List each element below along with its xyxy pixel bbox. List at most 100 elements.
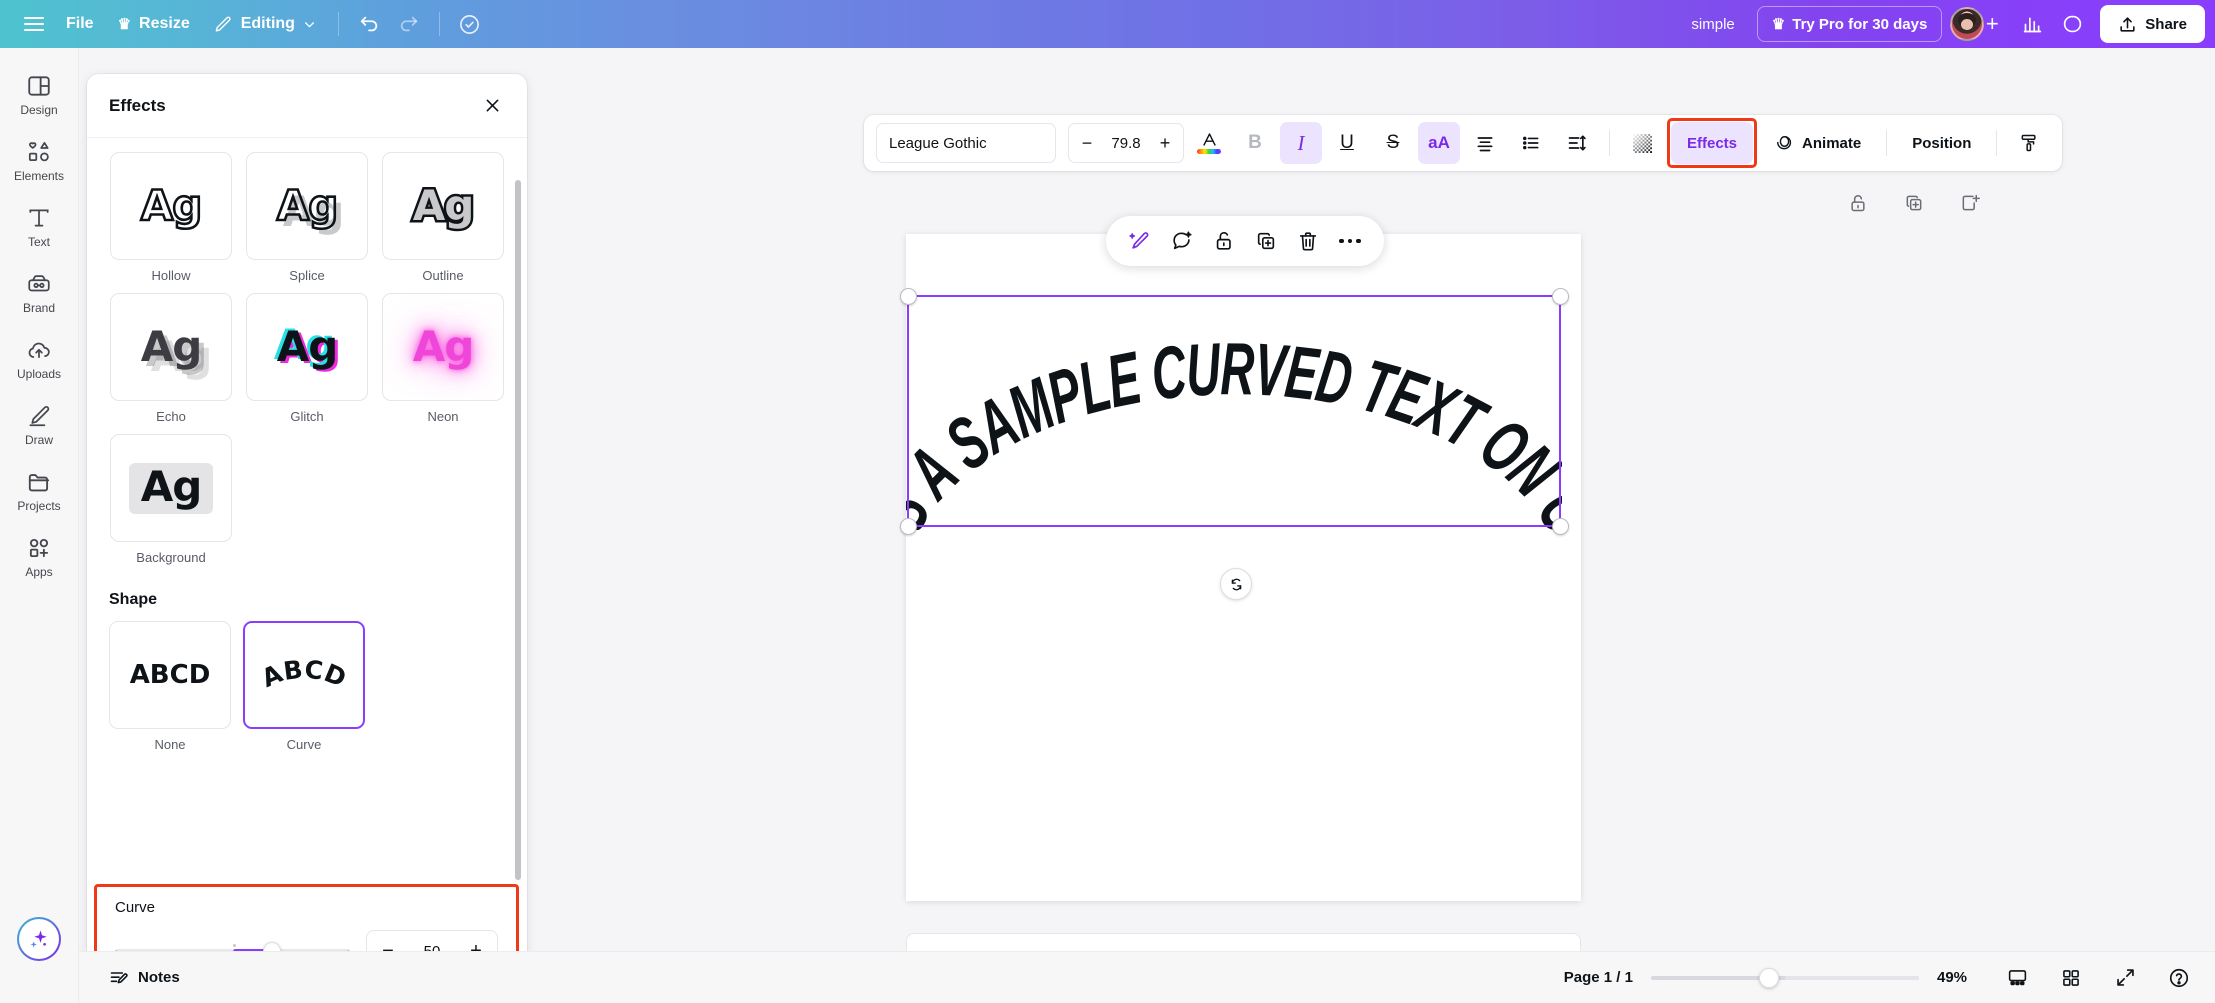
underline-button[interactable]: U — [1326, 122, 1368, 164]
effect-thumb-echo[interactable]: Ag — [110, 293, 232, 401]
lock-button[interactable] — [1210, 227, 1238, 255]
effect-thumb-hollow[interactable]: Ag — [110, 152, 232, 260]
cloud-sync-button[interactable] — [450, 4, 490, 44]
zoom-slider-track-right — [1785, 975, 1919, 980]
shape-option-none[interactable]: ABCD None — [109, 621, 231, 752]
help-button[interactable] — [2161, 960, 2197, 996]
zoom-slider[interactable] — [1651, 967, 1919, 988]
duplicate-page-button[interactable] — [1897, 186, 1931, 220]
copy-style-button[interactable] — [2008, 122, 2050, 164]
sidebar-item-text[interactable]: Text — [5, 196, 73, 255]
comment-icon — [1171, 230, 1193, 252]
panel-scrollbar[interactable] — [515, 180, 521, 880]
sidebar-item-projects[interactable]: Projects — [5, 460, 73, 519]
resize-button[interactable]: ♛ Resize — [106, 6, 202, 42]
share-upload-icon — [2118, 15, 2137, 34]
shape-option-curve[interactable]: ABCD Curve — [243, 621, 365, 752]
close-panel-button[interactable] — [477, 91, 507, 121]
shape-options: ABCD None ABCD Curve — [109, 621, 505, 752]
editing-mode-button[interactable]: Editing — [202, 6, 328, 42]
magic-studio-button[interactable] — [17, 917, 61, 961]
effects-grid: Ag Hollow Ag Splice Ag Outline Ag Echo A… — [109, 152, 505, 424]
element-floating-toolbar — [1106, 216, 1384, 266]
lock-page-button[interactable] — [1841, 186, 1875, 220]
italic-button[interactable]: I — [1280, 122, 1322, 164]
text-align-button[interactable] — [1464, 122, 1506, 164]
text-color-icon — [1197, 132, 1221, 154]
delete-icon — [1297, 230, 1319, 252]
effect-option-glitch[interactable]: Ag Glitch — [245, 293, 369, 424]
effect-option-background[interactable]: Ag Background — [109, 434, 233, 565]
line-spacing-button[interactable] — [1556, 122, 1598, 164]
font-family-select[interactable]: League Gothic — [876, 123, 1056, 163]
share-button[interactable]: Share — [2100, 5, 2205, 43]
comment-icon — [2062, 14, 2083, 35]
effects-button[interactable]: Effects — [1671, 122, 1754, 164]
effect-thumb-glitch[interactable]: Ag — [246, 293, 368, 401]
effect-option-outline[interactable]: Ag Outline — [381, 152, 505, 283]
design-icon — [26, 73, 52, 99]
effect-label-glitch: Glitch — [290, 409, 324, 424]
sidebar-item-apps[interactable]: Apps — [5, 526, 73, 585]
effect-thumb-neon[interactable]: Ag — [382, 293, 504, 401]
file-menu-button[interactable]: File — [54, 6, 106, 42]
zoom-slider-thumb[interactable] — [1758, 967, 1779, 988]
fullscreen-button[interactable] — [2107, 960, 2143, 996]
shape-thumb-curve[interactable]: ABCD — [243, 621, 365, 729]
hamburger-menu-button[interactable] — [14, 4, 54, 44]
grid-view-button[interactable] — [2053, 960, 2089, 996]
resize-handle-top-left[interactable] — [899, 287, 917, 305]
position-button[interactable]: Position — [1898, 122, 1985, 164]
effect-option-echo[interactable]: Ag Echo — [109, 293, 233, 424]
comment-button[interactable] — [1168, 227, 1196, 255]
bullet-list-button[interactable] — [1510, 122, 1552, 164]
letter-case-button[interactable]: aA — [1418, 122, 1460, 164]
text-color-button[interactable] — [1188, 122, 1230, 164]
sidebar-item-elements[interactable]: Elements — [5, 130, 73, 189]
insights-button[interactable] — [2012, 4, 2052, 44]
curved-text-svg: THIS IS A SAMPLE CURVED TEXT ON CANVA — [906, 294, 1562, 530]
effect-thumb-splice[interactable]: Ag — [246, 152, 368, 260]
transparency-button[interactable] — [1621, 122, 1663, 164]
resize-handle-top-right[interactable] — [1551, 287, 1569, 305]
expand-page-button[interactable] — [1953, 186, 1987, 220]
font-size-decrease-button[interactable]: − — [1073, 128, 1101, 158]
effect-option-hollow[interactable]: Ag Hollow — [109, 152, 233, 283]
document-title[interactable]: simple — [1691, 16, 1734, 33]
effect-thumb-outline[interactable]: Ag — [382, 152, 504, 260]
presenter-view-button[interactable] — [1999, 960, 2035, 996]
effect-option-neon[interactable]: Ag Neon — [381, 293, 505, 424]
effect-thumb-background[interactable]: Ag — [110, 434, 232, 542]
shape-thumb-none[interactable]: ABCD — [109, 621, 231, 729]
avatar[interactable] — [1950, 7, 1985, 41]
resize-handle-bottom-left[interactable] — [899, 517, 917, 535]
comments-button[interactable] — [2052, 4, 2092, 44]
italic-label: I — [1297, 130, 1305, 155]
zoom-level[interactable]: 49% — [1937, 969, 1981, 986]
strikethrough-label: S — [1386, 132, 1400, 153]
notes-button[interactable]: Notes — [97, 960, 192, 996]
magic-edit-button[interactable] — [1126, 227, 1154, 255]
effect-sample-echo: Ag — [140, 322, 203, 371]
sidebar-item-draw[interactable]: Draw — [5, 394, 73, 453]
sidebar-item-uploads[interactable]: Uploads — [5, 328, 73, 387]
try-pro-button[interactable]: ♛ Try Pro for 30 days — [1756, 6, 1943, 42]
brand-icon — [26, 271, 52, 297]
resize-handle-bottom-right[interactable] — [1551, 517, 1569, 535]
rotate-handle[interactable] — [1220, 568, 1252, 600]
more-options-button[interactable] — [1336, 227, 1364, 255]
delete-button[interactable] — [1294, 227, 1322, 255]
font-size-increase-button[interactable]: + — [1151, 128, 1179, 158]
sidebar-item-brand[interactable]: Brand — [5, 262, 73, 321]
bold-button[interactable]: B — [1234, 122, 1276, 164]
strikethrough-button[interactable]: S — [1372, 122, 1414, 164]
sidebar-item-design[interactable]: Design — [5, 64, 73, 123]
curved-text-element[interactable]: THIS IS A SAMPLE CURVED TEXT ON CANVA — [906, 294, 1562, 530]
animate-button[interactable]: Animate — [1761, 122, 1875, 164]
font-size-value[interactable]: 79.8 — [1103, 135, 1149, 152]
undo-button[interactable] — [349, 4, 389, 44]
redo-button[interactable] — [389, 4, 429, 44]
duplicate-button[interactable] — [1252, 227, 1280, 255]
canva-editor: File ♛ Resize Editing simple ♛ Try Pro f… — [0, 0, 2215, 1003]
effect-option-splice[interactable]: Ag Splice — [245, 152, 369, 283]
